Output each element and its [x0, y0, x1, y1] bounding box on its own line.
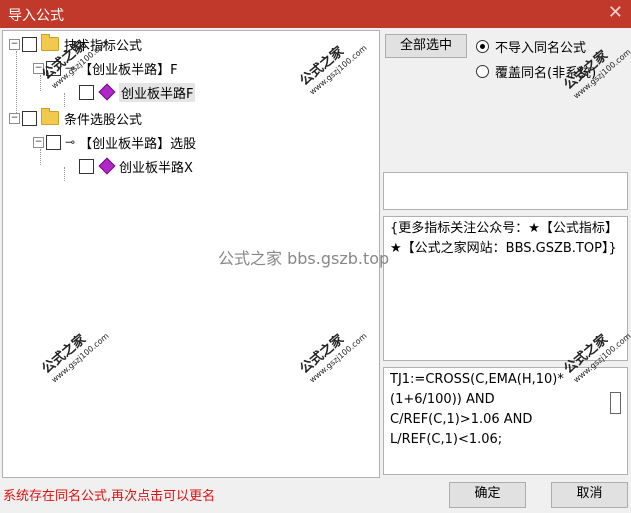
close-icon[interactable]: ✕ — [608, 2, 623, 23]
key-icon: ⊸ — [65, 135, 76, 149]
info-field — [383, 172, 628, 210]
tree-group-screening[interactable]: − 条件选股公式 — [9, 108, 142, 128]
tree-checkbox[interactable] — [22, 36, 37, 52]
tree-connector — [64, 93, 65, 107]
formula-box[interactable]: TJ1:=CROSS(C,EMA(H,10)*(1+6/100)) AND C/… — [383, 367, 628, 475]
no-import-radio[interactable]: 不导入同名公式 — [476, 37, 586, 56]
radio-dot[interactable] — [476, 65, 489, 78]
tree-label: 【创业板半路】F — [79, 62, 178, 78]
scrollbar-thumb[interactable] — [610, 392, 621, 414]
formula-text: TJ1:=CROSS(C,EMA(H,10)*(1+6/100)) AND C/… — [390, 372, 564, 447]
tree-item-formula[interactable]: − ⊸ 【创业板半路】选股 — [33, 132, 196, 152]
ok-button[interactable]: 确定 — [449, 482, 526, 508]
select-all-button[interactable]: 全部选中 — [385, 34, 467, 58]
center-watermark: 公式之家 bbs.gszb.top — [218, 249, 390, 268]
folder-icon — [41, 108, 59, 125]
tree-leaf-formula[interactable]: 创业板半路F — [79, 82, 196, 102]
status-message: 系统存在同名公式,再次点击可以更名 — [3, 489, 216, 504]
formula-gem-icon — [98, 157, 116, 175]
tree-label: 【创业板半路】选股 — [79, 136, 197, 152]
collapse-toggle[interactable]: − — [9, 112, 20, 124]
description-text: {更多指标关注公众号：★【公式指标】★【公式之家网站：BBS.GSZB.TOP】… — [390, 221, 618, 256]
radio-dot[interactable] — [476, 40, 489, 53]
tree-leaf-formula[interactable]: 创业板半路X — [79, 156, 193, 176]
tree-checkbox[interactable] — [46, 134, 61, 150]
window-title: 导入公式 — [8, 8, 64, 24]
tree-label: 创业板半路F — [119, 82, 196, 102]
tree-checkbox[interactable] — [79, 84, 94, 100]
folder-icon — [41, 34, 59, 51]
collapse-toggle[interactable]: − — [33, 136, 44, 148]
tree-connector — [64, 167, 65, 181]
radio-label: 不导入同名公式 — [495, 41, 587, 56]
tree-checkbox[interactable] — [22, 110, 37, 126]
collapse-toggle[interactable]: − — [9, 38, 20, 50]
tree-label: 条件选股公式 — [64, 112, 143, 128]
tree-checkbox[interactable] — [79, 158, 94, 174]
title-bar: 导入公式 ✕ — [0, 0, 631, 28]
cancel-button[interactable]: 取消 — [551, 482, 628, 508]
formula-gem-icon — [98, 83, 116, 101]
tree-label: 创业板半路X — [119, 160, 193, 176]
